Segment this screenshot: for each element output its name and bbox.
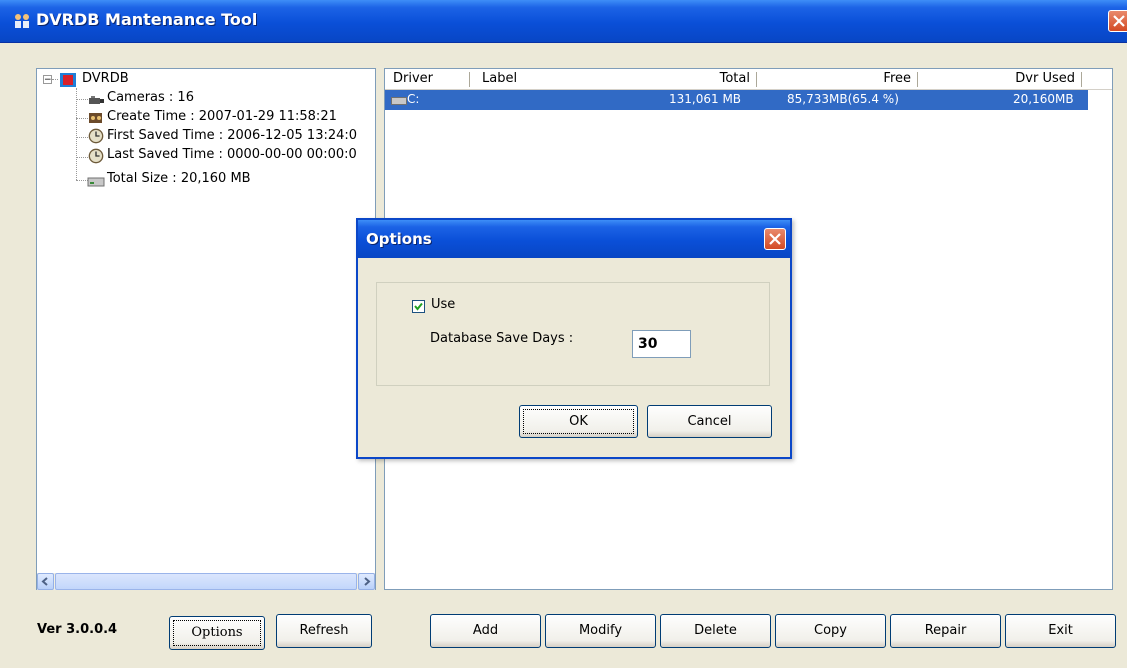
ok-button[interactable]: OK — [519, 405, 638, 438]
collapse-toggle[interactable]: − — [43, 75, 52, 85]
checkmark-icon — [414, 302, 423, 311]
title-bar[interactable]: DVRDB Mantenance Tool — [0, 0, 1127, 43]
version-label: Ver 3.0.0.4 — [37, 622, 118, 637]
column-driver[interactable]: Driver — [393, 71, 433, 86]
use-checkbox[interactable] — [412, 300, 425, 313]
clock-icon — [88, 148, 104, 164]
tree-item-total-size[interactable]: Total Size : 20,160 MB — [107, 171, 251, 186]
add-button[interactable]: Add — [430, 614, 541, 648]
main-window: DVRDB Mantenance Tool − DVRDB Cameras : … — [0, 0, 1127, 668]
focus-rectangle — [523, 409, 634, 434]
tree-item-first-saved[interactable]: First Saved Time : 2006-12-05 13:24:0 — [107, 128, 357, 143]
repair-button[interactable]: Repair — [890, 614, 1001, 648]
column-divider[interactable] — [756, 72, 757, 87]
chevron-left-icon — [41, 577, 48, 586]
column-free[interactable]: Free — [860, 71, 911, 86]
column-label[interactable]: Label — [482, 71, 517, 86]
list-header: Driver Label Total Free Dvr Used — [385, 69, 1112, 90]
cell-driver: C: — [407, 92, 420, 106]
cancel-button[interactable]: Cancel — [647, 405, 772, 438]
column-dvr-used[interactable]: Dvr Used — [1005, 71, 1075, 86]
column-total[interactable]: Total — [710, 71, 750, 86]
options-button[interactable]: Options — [169, 616, 265, 650]
delete-button[interactable]: Delete — [660, 614, 771, 648]
copy-button[interactable]: Copy — [775, 614, 886, 648]
dialog-title-bar[interactable]: Options — [358, 220, 790, 258]
dialog-close-button[interactable] — [764, 228, 786, 250]
save-days-label: Database Save Days : — [430, 331, 574, 346]
scroll-right-button[interactable] — [358, 573, 375, 590]
column-divider[interactable] — [917, 72, 918, 87]
film-reel-icon — [89, 113, 102, 123]
drive-icon — [391, 97, 407, 105]
scroll-left-button[interactable] — [37, 573, 54, 590]
table-row[interactable]: C: 131,061 MB 85,733MB(65.4 %) 20,160MB — [385, 90, 1088, 110]
tree-connector — [52, 79, 58, 80]
tree-horizontal-scrollbar[interactable] — [37, 573, 375, 590]
close-icon — [769, 233, 781, 245]
tree-item-create-time[interactable]: Create Time : 2007-01-29 11:58:21 — [107, 109, 337, 124]
options-dialog: Options Use Database Save Days : 30 OK C… — [356, 218, 792, 459]
dialog-title: Options — [366, 230, 432, 248]
column-divider[interactable] — [469, 72, 470, 87]
chevron-right-icon — [364, 577, 371, 586]
focus-rectangle — [173, 620, 261, 646]
scroll-thumb[interactable] — [55, 573, 357, 590]
tree-item-cameras[interactable]: Cameras : 16 — [107, 90, 194, 105]
info-tree[interactable]: − DVRDB Cameras : 16 Create Time : 2007-… — [36, 68, 376, 590]
exit-button[interactable]: Exit — [1005, 614, 1116, 648]
drive-icon — [87, 177, 105, 187]
clock-icon — [88, 128, 104, 144]
cell-free: 85,733MB(65.4 %) — [787, 92, 899, 106]
database-icon — [60, 73, 76, 87]
close-icon — [1113, 15, 1125, 27]
tree-connector — [76, 88, 77, 180]
modify-button[interactable]: Modify — [545, 614, 656, 648]
cell-dvr-used: 20,160MB — [1013, 92, 1074, 106]
window-close-button[interactable] — [1108, 10, 1127, 32]
column-divider[interactable] — [1081, 72, 1082, 87]
save-days-input[interactable]: 30 — [632, 330, 691, 358]
app-people-icon — [15, 14, 29, 28]
tree-root-label[interactable]: DVRDB — [82, 71, 129, 86]
tree-item-last-saved[interactable]: Last Saved Time : 0000-00-00 00:00:0 — [107, 147, 357, 162]
window-title: DVRDB Mantenance Tool — [36, 10, 258, 29]
camera-icon — [89, 96, 104, 104]
use-label[interactable]: Use — [431, 297, 455, 312]
refresh-button[interactable]: Refresh — [276, 614, 372, 648]
cell-total: 131,061 MB — [669, 92, 742, 106]
